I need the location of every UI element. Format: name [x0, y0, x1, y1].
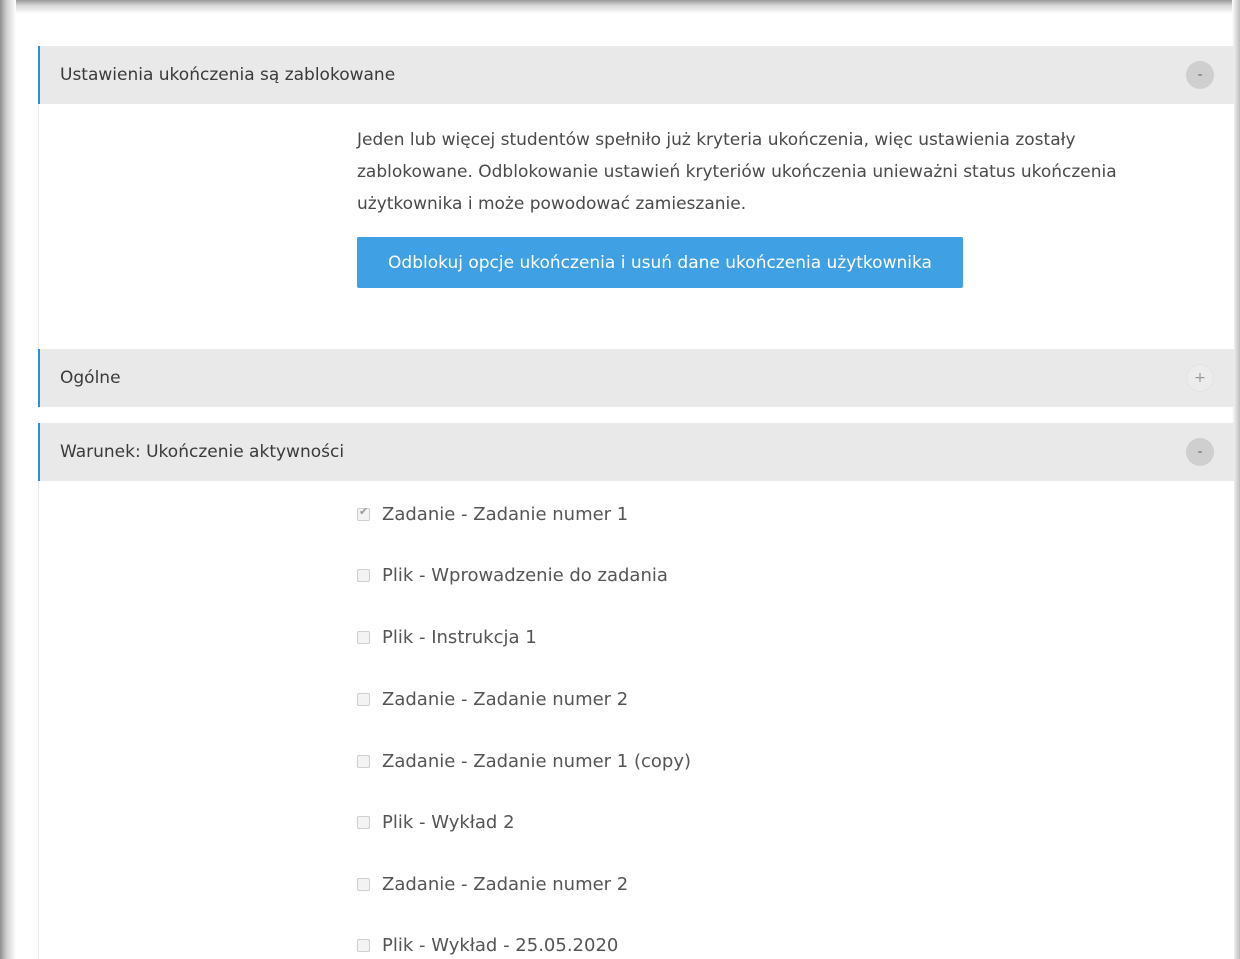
general-section-header[interactable]: Ogólne + [38, 349, 1234, 407]
collapse-icon[interactable]: - [1186, 438, 1214, 466]
activity-label: Plik - Wykład - 25.05.2020 [382, 934, 619, 956]
condition-section-title: Warunek: Ukończenie aktywności [60, 442, 345, 462]
general-section: Ogólne + [38, 349, 1234, 407]
activity-item[interactable]: Zadanie - Zadanie numer 2 [357, 685, 628, 713]
activity-checkbox[interactable] [357, 938, 370, 952]
activity-label: Zadanie - Zadanie numer 2 [382, 873, 629, 895]
activity-completion-section: Warunek: Ukończenie aktywności - Zadanie… [38, 423, 1234, 959]
activity-label: Plik - Wprowadzenie do zadania [382, 564, 668, 586]
activity-label: Zadanie - Zadanie numer 1 [382, 503, 629, 525]
activity-item[interactable]: Plik - Instrukcja 1 [357, 623, 537, 651]
locked-message: Jeden lub więcej studentów spełniło już … [357, 130, 1117, 214]
expand-icon[interactable]: + [1186, 364, 1214, 392]
locked-section-header[interactable]: Ustawienia ukończenia są zablokowane - [38, 46, 1234, 104]
activity-item[interactable]: Zadanie - Zadanie numer 1 (copy) [357, 747, 691, 775]
activity-item[interactable]: Plik - Wykład - 25.05.2020 [357, 931, 618, 959]
activity-label: Plik - Wykład 2 [382, 811, 515, 833]
activity-label: Zadanie - Zadanie numer 1 (copy) [382, 750, 692, 772]
activity-checkbox[interactable] [357, 754, 370, 768]
activity-checkbox[interactable] [357, 630, 370, 644]
activity-checkbox[interactable] [357, 568, 370, 582]
activity-checkbox[interactable] [357, 877, 370, 891]
window-shadow-left [0, 0, 16, 959]
locked-section-title: Ustawienia ukończenia są zablokowane [60, 65, 396, 85]
activity-label: Zadanie - Zadanie numer 2 [382, 688, 629, 710]
condition-section-header[interactable]: Warunek: Ukończenie aktywności - [38, 423, 1234, 481]
activity-item[interactable]: Plik - Wprowadzenie do zadania [357, 561, 668, 589]
activity-item[interactable]: Plik - Wykład 2 [357, 808, 515, 836]
unlock-completion-button[interactable]: Odblokuj opcje ukończenia i usuń dane uk… [357, 237, 963, 288]
window-shadow-top [0, 0, 1240, 14]
activity-checkbox[interactable] [357, 505, 370, 521]
activity-label: Plik - Instrukcja 1 [382, 626, 537, 648]
locked-section-body: Jeden lub więcej studentów spełniło już … [38, 104, 1234, 372]
activity-checkbox[interactable] [357, 815, 370, 829]
general-section-title: Ogólne [60, 368, 121, 388]
activity-item[interactable]: Zadanie - Zadanie numer 1 [357, 500, 628, 528]
locked-completion-section: Ustawienia ukończenia są zablokowane - J… [38, 46, 1234, 372]
collapse-icon[interactable]: - [1186, 61, 1214, 89]
activity-item[interactable]: Zadanie - Zadanie numer 2 [357, 870, 628, 898]
condition-section-body: Zadanie - Zadanie numer 1 Plik - Wprowad… [38, 481, 1234, 959]
activity-checkbox[interactable] [357, 692, 370, 706]
